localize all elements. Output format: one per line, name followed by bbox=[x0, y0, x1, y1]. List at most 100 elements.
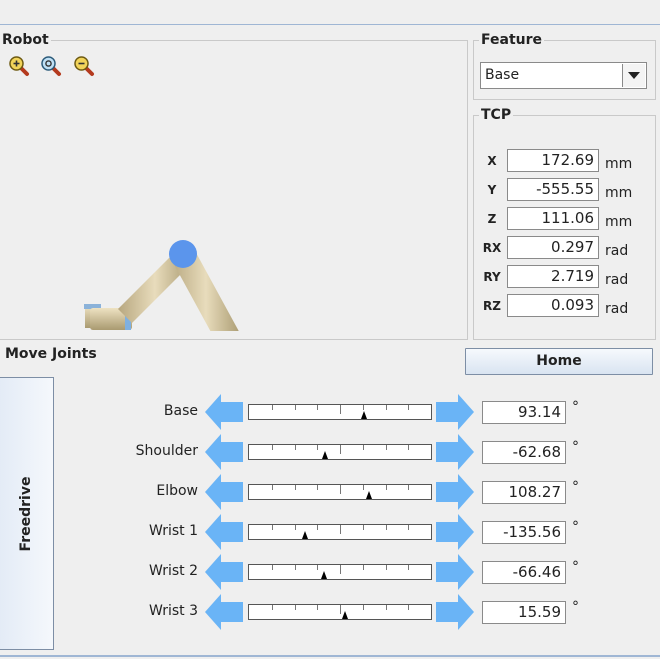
joint-label: Wrist 2 bbox=[149, 563, 198, 579]
joint-row: Elbow 108.27 ° bbox=[60, 473, 600, 511]
feature-select[interactable]: Base bbox=[480, 62, 647, 89]
slider-tick bbox=[363, 605, 364, 610]
joint-row: Wrist 2 -66.46 ° bbox=[60, 553, 600, 591]
slider-tick bbox=[295, 525, 296, 530]
tcp-rx-value[interactable]: 0.297 bbox=[507, 236, 599, 259]
tcp-panel-title: TCP bbox=[479, 107, 514, 123]
top-border bbox=[0, 24, 660, 25]
feature-select-value: Base bbox=[485, 67, 520, 83]
tcp-unit: rad bbox=[605, 272, 629, 288]
joint-decrease-arrow-icon[interactable] bbox=[205, 514, 243, 550]
slider-tick bbox=[340, 565, 341, 574]
tcp-unit: rad bbox=[605, 301, 629, 317]
joint-value[interactable]: -135.56 bbox=[482, 521, 566, 544]
joint-slider-marker[interactable] bbox=[360, 411, 367, 419]
joint-label: Elbow bbox=[156, 483, 198, 499]
freedrive-button[interactable]: Freedrive bbox=[0, 377, 54, 650]
slider-tick bbox=[272, 605, 273, 610]
move-joints-title: Move Joints bbox=[5, 346, 97, 362]
joint-increase-arrow-icon[interactable] bbox=[436, 474, 474, 510]
slider-tick bbox=[272, 565, 273, 570]
slider-tick bbox=[363, 565, 364, 570]
slider-tick bbox=[386, 485, 387, 490]
tcp-label: RY bbox=[483, 270, 501, 284]
robot-arm-3d-view[interactable] bbox=[70, 191, 260, 331]
joint-slider[interactable] bbox=[248, 564, 432, 580]
slider-tick bbox=[295, 485, 296, 490]
slider-tick bbox=[386, 405, 387, 410]
joint-slider-marker[interactable] bbox=[366, 491, 373, 499]
slider-tick bbox=[340, 445, 341, 454]
slider-tick bbox=[317, 525, 318, 530]
tcp-unit: mm bbox=[605, 214, 633, 230]
slider-tick bbox=[295, 445, 296, 450]
joint-unit: ° bbox=[572, 559, 579, 575]
joint-value[interactable]: -66.46 bbox=[482, 561, 566, 584]
joint-decrease-arrow-icon[interactable] bbox=[205, 554, 243, 590]
tcp-y-value[interactable]: -555.55 bbox=[507, 178, 599, 201]
joint-value[interactable]: 93.14 bbox=[482, 401, 566, 424]
joint-label: Base bbox=[163, 403, 198, 419]
joint-slider[interactable] bbox=[248, 484, 432, 500]
joint-value[interactable]: 108.27 bbox=[482, 481, 566, 504]
bottom-border bbox=[0, 655, 660, 657]
joint-row: Base 93.14 ° bbox=[60, 393, 600, 431]
slider-tick bbox=[363, 525, 364, 530]
tcp-ry-value[interactable]: 2.719 bbox=[507, 265, 599, 288]
tcp-row-x: X 172.69 mm bbox=[474, 149, 655, 173]
slider-tick bbox=[272, 405, 273, 410]
joint-increase-arrow-icon[interactable] bbox=[436, 594, 474, 630]
joint-decrease-arrow-icon[interactable] bbox=[205, 394, 243, 430]
joint-value[interactable]: -62.68 bbox=[482, 441, 566, 464]
joint-increase-arrow-icon[interactable] bbox=[436, 434, 474, 470]
zoom-reset-icon[interactable] bbox=[40, 55, 62, 77]
tcp-row-rx: RX 0.297 rad bbox=[474, 236, 655, 260]
slider-tick bbox=[340, 525, 341, 534]
joint-row: Wrist 1 -135.56 ° bbox=[60, 513, 600, 551]
joint-slider-marker[interactable] bbox=[320, 571, 327, 579]
tcp-x-value[interactable]: 172.69 bbox=[507, 149, 599, 172]
joint-unit: ° bbox=[572, 479, 579, 495]
joint-slider[interactable] bbox=[248, 404, 432, 420]
joint-slider[interactable] bbox=[248, 604, 432, 620]
tcp-z-value[interactable]: 111.06 bbox=[507, 207, 599, 230]
zoom-in-icon[interactable] bbox=[8, 55, 30, 77]
joint-row: Wrist 3 15.59 ° bbox=[60, 593, 600, 631]
joint-slider-marker[interactable] bbox=[302, 531, 309, 539]
tcp-label: RZ bbox=[483, 299, 501, 313]
joint-decrease-arrow-icon[interactable] bbox=[205, 594, 243, 630]
slider-tick bbox=[408, 445, 409, 450]
slider-tick bbox=[363, 405, 364, 410]
joint-value[interactable]: 15.59 bbox=[482, 601, 566, 624]
tcp-unit: rad bbox=[605, 243, 629, 259]
joint-increase-arrow-icon[interactable] bbox=[436, 394, 474, 430]
tcp-unit: mm bbox=[605, 185, 633, 201]
joint-unit: ° bbox=[572, 439, 579, 455]
joint-slider[interactable] bbox=[248, 444, 432, 460]
slider-tick bbox=[295, 405, 296, 410]
joint-slider-marker[interactable] bbox=[322, 451, 329, 459]
joint-increase-arrow-icon[interactable] bbox=[436, 514, 474, 550]
tcp-rz-value[interactable]: 0.093 bbox=[507, 294, 599, 317]
joint-unit: ° bbox=[572, 399, 579, 415]
slider-tick bbox=[317, 605, 318, 610]
tcp-row-y: Y -555.55 mm bbox=[474, 178, 655, 202]
tcp-label: Y bbox=[487, 183, 497, 197]
joint-decrease-arrow-icon[interactable] bbox=[205, 474, 243, 510]
joint-increase-arrow-icon[interactable] bbox=[436, 554, 474, 590]
joint-unit: ° bbox=[572, 519, 579, 535]
joint-slider[interactable] bbox=[248, 524, 432, 540]
home-button[interactable]: Home bbox=[465, 348, 653, 375]
feature-panel: Feature Base bbox=[473, 32, 656, 100]
slider-tick bbox=[408, 565, 409, 570]
joint-decrease-arrow-icon[interactable] bbox=[205, 434, 243, 470]
joint-slider-marker[interactable] bbox=[342, 611, 349, 619]
slider-tick bbox=[408, 525, 409, 530]
zoom-out-icon[interactable] bbox=[73, 55, 95, 77]
tcp-row-rz: RZ 0.093 rad bbox=[474, 294, 655, 318]
freedrive-label: Freedrive bbox=[18, 476, 34, 551]
slider-tick bbox=[386, 445, 387, 450]
tcp-label: X bbox=[487, 154, 497, 168]
joint-unit: ° bbox=[572, 599, 579, 615]
chevron-down-icon[interactable] bbox=[622, 64, 645, 87]
